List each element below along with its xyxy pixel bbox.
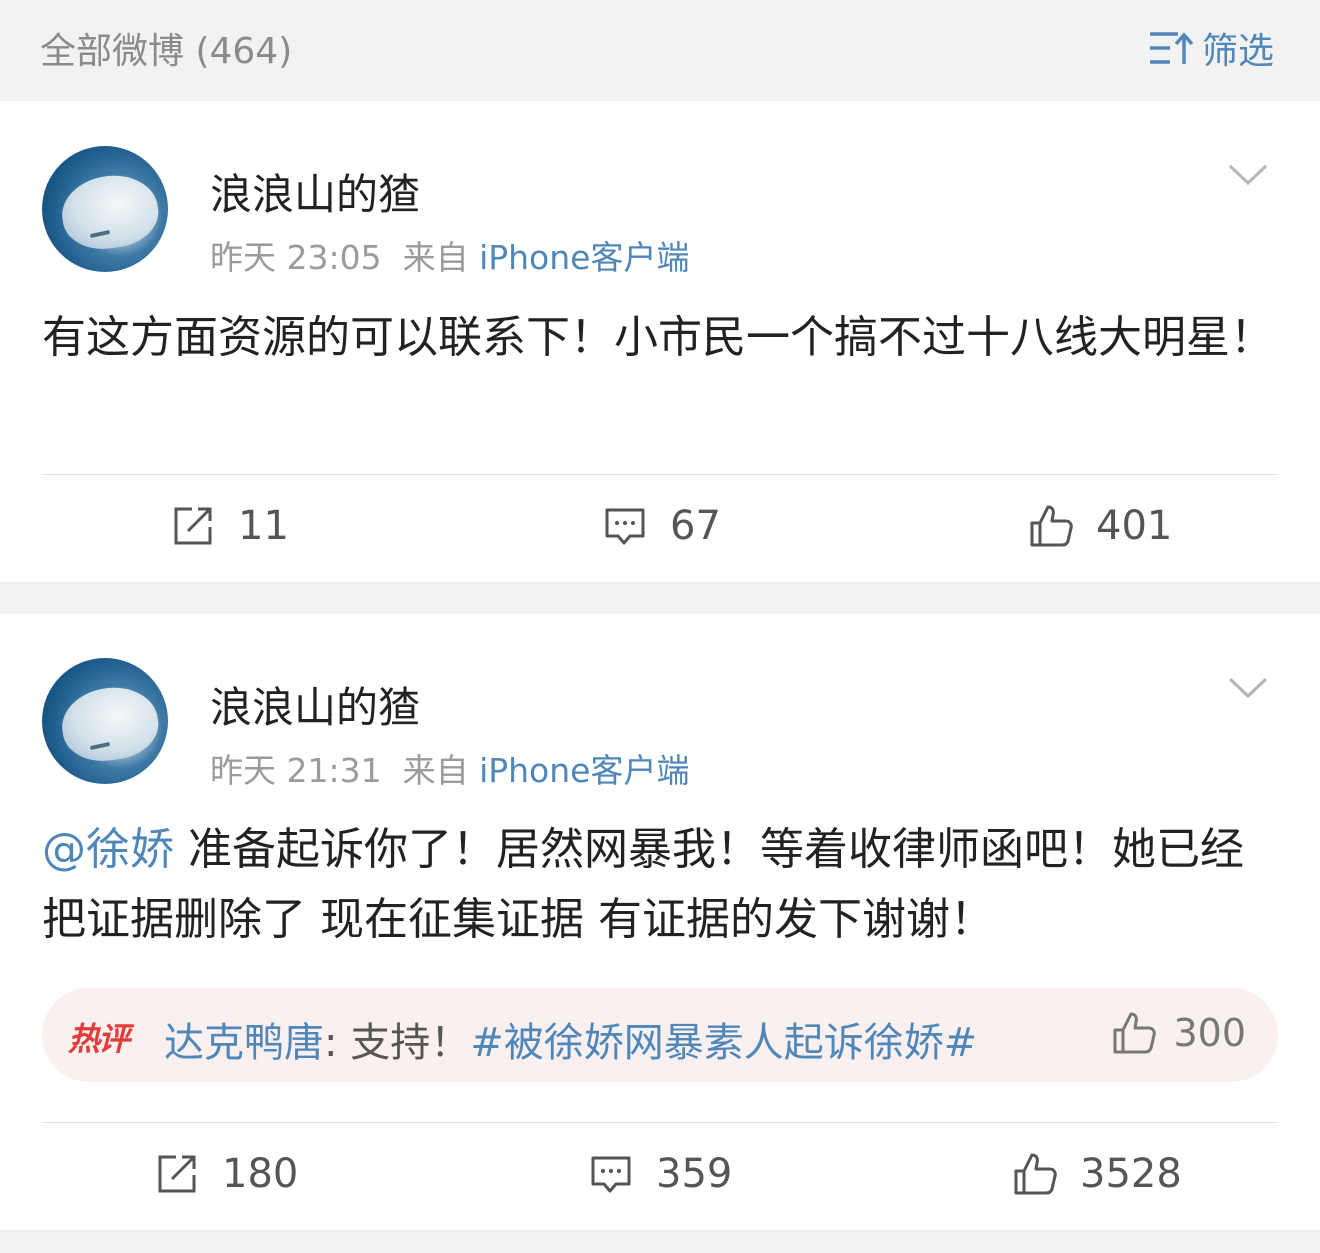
username[interactable]: 浪浪山的猹	[210, 161, 420, 222]
post-source[interactable]: iPhone客户端	[479, 238, 689, 277]
thumbs-up-icon	[1113, 1012, 1157, 1054]
comment-button[interactable]: 359	[588, 1151, 732, 1197]
action-bar: 11 67 401	[0, 477, 1320, 577]
avatar-whale	[57, 681, 163, 767]
hot-comment-author[interactable]: 达克鸭唐	[164, 1020, 324, 1066]
username[interactable]: 浪浪山的猹	[210, 674, 420, 735]
post-meta: 昨天 23:05 来自 iPhone客户端	[210, 231, 689, 279]
chevron-down-icon[interactable]	[1228, 676, 1268, 700]
comment-count: 359	[656, 1151, 733, 1197]
divider	[42, 474, 1278, 475]
hot-comment-like-count: 300	[1173, 1011, 1246, 1055]
comment-count: 67	[670, 503, 721, 549]
source-prefix: 来自	[402, 751, 469, 790]
thumbs-up-icon	[1030, 505, 1073, 547]
repost-count: 11	[238, 503, 289, 549]
hot-comment-like[interactable]: 300	[1111, 1010, 1246, 1056]
comment-icon	[591, 1156, 631, 1193]
mention-link[interactable]: @徐娇	[42, 824, 174, 875]
source-prefix: 来自	[402, 238, 469, 277]
post-card[interactable]: 浪浪山的猹 昨天 23:05 来自 iPhone客户端 有这方面资源的可以联系下…	[0, 101, 1320, 582]
like-count: 3528	[1080, 1151, 1182, 1197]
avatar[interactable]	[42, 146, 168, 272]
like-count: 401	[1096, 503, 1173, 549]
like-button[interactable]: 401	[1028, 503, 1172, 549]
like-button[interactable]: 3528	[1012, 1151, 1182, 1197]
hot-comment-text: 达克鸭唐: 支持！#被徐娇网暴素人起诉徐娇#	[164, 1010, 977, 1068]
hot-comment-badge: 热评	[68, 1020, 130, 1058]
repost-count: 180	[222, 1151, 299, 1197]
top-bar: 全部微博 (464) 筛选	[0, 0, 1320, 100]
repost-button[interactable]: 11	[170, 503, 289, 549]
comment-button[interactable]: 67	[602, 503, 721, 549]
chevron-down-icon[interactable]	[1228, 163, 1268, 187]
post-body: 准备起诉你了！居然网暴我！等着收律师函吧！她已经把证据删除了 现在征集证据 有证…	[42, 824, 1244, 945]
divider	[42, 1122, 1278, 1123]
comment-icon	[605, 508, 645, 545]
filter-sort-icon	[1149, 32, 1194, 64]
post-time: 昨天 23:05	[210, 238, 382, 277]
filter-button[interactable]: 筛选	[1148, 22, 1274, 74]
post-card[interactable]: 浪浪山的猹 昨天 21:31 来自 iPhone客户端 @徐娇 准备起诉你了！居…	[0, 614, 1320, 1230]
hot-comment[interactable]: 热评 达克鸭唐: 支持！#被徐娇网暴素人起诉徐娇# 300	[42, 988, 1278, 1082]
repost-icon	[174, 507, 212, 545]
thumbs-up-icon	[1014, 1153, 1057, 1195]
hashtag-link[interactable]: #被徐娇网暴素人起诉徐娇#	[470, 1020, 977, 1066]
avatar-whale	[57, 169, 163, 255]
hot-comment-body: : 支持！	[324, 1020, 471, 1066]
action-bar: 180 359 3528	[0, 1124, 1320, 1224]
post-text: @徐娇 准备起诉你了！居然网暴我！等着收律师函吧！她已经把证据删除了 现在征集证…	[42, 815, 1282, 955]
post-meta: 昨天 21:31 来自 iPhone客户端	[210, 744, 689, 792]
avatar[interactable]	[42, 658, 168, 784]
post-time: 昨天 21:31	[210, 751, 382, 790]
post-count-label: 全部微博 (464)	[40, 31, 293, 72]
post-text: 有这方面资源的可以联系下！小市民一个搞不过十八线大明星！	[42, 312, 1274, 363]
filter-label: 筛选	[1201, 31, 1274, 72]
repost-button[interactable]: 180	[154, 1151, 298, 1197]
repost-icon	[158, 1155, 196, 1193]
post-source[interactable]: iPhone客户端	[479, 751, 689, 790]
